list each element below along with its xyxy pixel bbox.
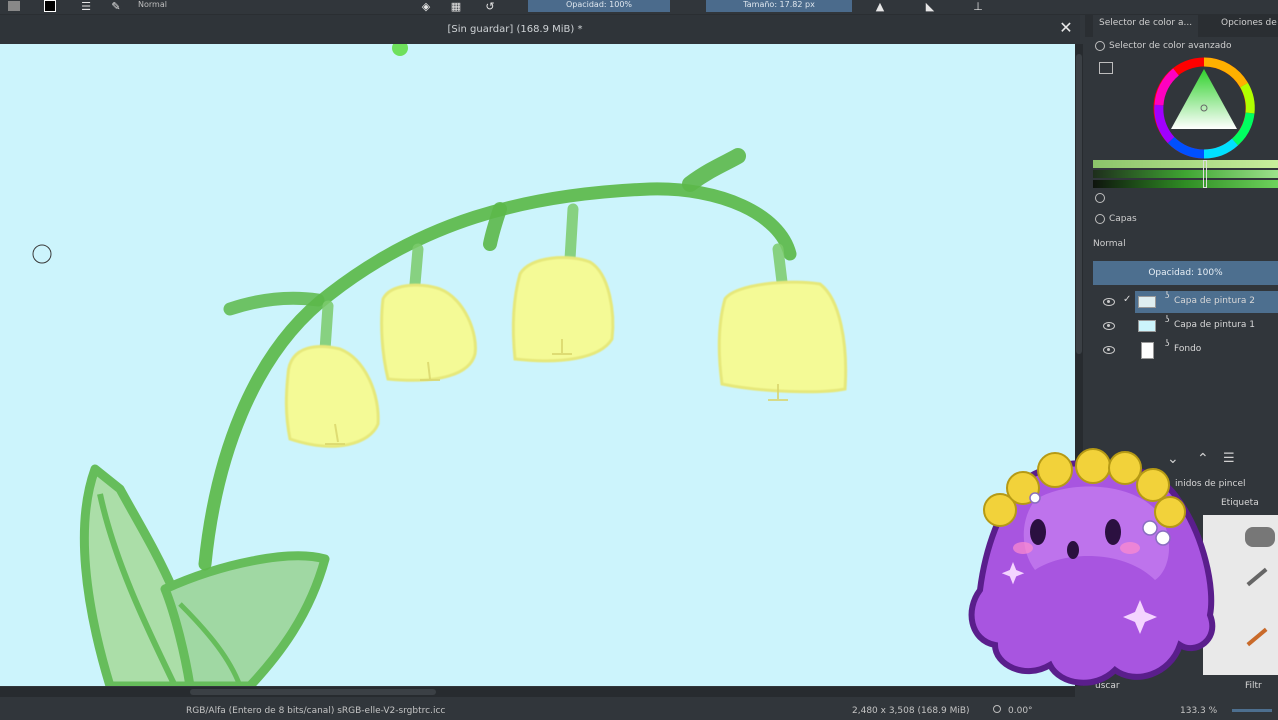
layer-row-paint-2-controls: ✓ ʖ Capa de pintura 2 xyxy=(1093,291,1278,313)
purple-blob-mascot xyxy=(968,448,1216,686)
color-space-info: RGB/Alfa (Entero de 8 bits/canal) sRGB-e… xyxy=(186,706,446,716)
layer-name: Fondo xyxy=(1174,344,1202,354)
rotation-icon xyxy=(993,705,1001,713)
inherit-alpha-icon[interactable]: ʖ xyxy=(1165,291,1170,301)
image-dimensions: 2,480 x 3,508 (168.9 MiB) xyxy=(852,706,970,716)
mirror-icon[interactable]: ▲ xyxy=(872,0,888,13)
wrap-icon[interactable]: ◣ xyxy=(922,0,938,13)
tag-selector[interactable]: Etiqueta xyxy=(1221,498,1259,508)
document-tab-bar: [Sin guardar] (168.9 MiB) * ✕ xyxy=(0,15,1080,44)
inherit-alpha-icon[interactable]: ʖ xyxy=(1165,339,1170,349)
refresh-icon[interactable] xyxy=(1095,193,1105,203)
top-toolbar: ☰ ✎ Normal ◈ ▦ ↺ Opacidad: 100% Tamaño: … xyxy=(0,0,1278,15)
color-history-slider-2[interactable] xyxy=(1093,170,1278,178)
leaves xyxy=(79,464,330,686)
zoom-level[interactable]: 133.3 % xyxy=(1180,706,1217,716)
layers-header: Capas xyxy=(1095,214,1137,224)
docker-lock-icon[interactable] xyxy=(1095,41,1105,51)
status-bar: RGB/Alfa (Entero de 8 bits/canal) sRGB-e… xyxy=(0,700,1278,720)
layer-name: Capa de pintura 2 xyxy=(1174,296,1255,306)
crop-icon[interactable]: ⊥ xyxy=(970,0,986,13)
brush-preset-icon[interactable]: ✎ xyxy=(108,0,124,13)
color-wheel[interactable] xyxy=(1151,55,1257,161)
canvas-horizontal-scrollbar[interactable] xyxy=(0,687,1075,697)
tab-tool-options[interactable]: Opciones de xyxy=(1221,18,1277,28)
color-selector-title: Selector de color avanzado xyxy=(1109,41,1232,51)
alpha-lock-icon[interactable]: ▦ xyxy=(448,0,464,13)
visibility-eye-icon[interactable] xyxy=(1103,322,1115,330)
layer-blend-mode[interactable]: Normal xyxy=(1093,236,1273,252)
brush-filter[interactable]: Filtr xyxy=(1245,681,1262,691)
color-history-slider-1[interactable] xyxy=(1093,160,1278,168)
visibility-eye-icon[interactable] xyxy=(1103,346,1115,354)
layer-thumbnail xyxy=(1141,342,1154,359)
visibility-eye-icon[interactable] xyxy=(1103,298,1115,306)
color-selector-header: Selector de color avanzado xyxy=(1095,41,1231,51)
eraser-icon[interactable]: ◈ xyxy=(418,0,434,13)
size-slider[interactable]: Tamaño: 17.82 px xyxy=(706,0,852,12)
color-settings-icon[interactable] xyxy=(1099,62,1113,74)
color-history-slider-3[interactable] xyxy=(1093,180,1278,188)
reload-icon[interactable]: ↺ xyxy=(482,0,498,13)
layer-name: Capa de pintura 1 xyxy=(1174,320,1255,330)
layer-row-background[interactable]: ʖ Fondo xyxy=(1093,339,1278,361)
inherit-alpha-icon[interactable]: ʖ xyxy=(1165,315,1170,325)
layer-thumbnail xyxy=(1138,296,1156,308)
layer-thumbnail xyxy=(1138,320,1156,332)
checkmark-icon[interactable]: ✓ xyxy=(1123,294,1131,305)
layer-row-paint-1[interactable]: ʖ Capa de pintura 1 xyxy=(1093,315,1278,337)
layers-title: Capas xyxy=(1109,214,1137,224)
lily-of-the-valley-drawing xyxy=(32,44,848,686)
tab-color-selector[interactable]: Selector de color a... xyxy=(1093,15,1199,37)
swap-colors-icon[interactable] xyxy=(42,0,58,12)
brush-preset-item[interactable] xyxy=(1245,527,1275,547)
document-title: [Sin guardar] (168.9 MiB) * xyxy=(447,24,583,35)
menu-list-icon[interactable]: ☰ xyxy=(78,0,94,13)
drawing-canvas[interactable] xyxy=(0,44,1075,686)
docker-tab-row: Selector de color a... Opciones de xyxy=(1085,15,1278,37)
close-document-icon[interactable]: ✕ xyxy=(1058,20,1074,36)
opacity-slider[interactable]: Opacidad: 100% xyxy=(528,0,670,12)
toolbar-blend-mode[interactable]: Normal xyxy=(138,0,167,9)
layer-opacity-slider[interactable]: Opacidad: 100% xyxy=(1093,261,1278,285)
bell-flowers xyxy=(284,256,848,448)
layers-lock-icon[interactable] xyxy=(1095,214,1105,224)
foreground-color-swatch[interactable] xyxy=(6,0,22,12)
zoom-slider[interactable] xyxy=(1232,709,1272,712)
rotation-value[interactable]: 0.00° xyxy=(1008,706,1033,716)
color-slider-handle[interactable] xyxy=(1203,160,1207,188)
layer-options-icon[interactable]: ☰ xyxy=(1223,451,1235,466)
